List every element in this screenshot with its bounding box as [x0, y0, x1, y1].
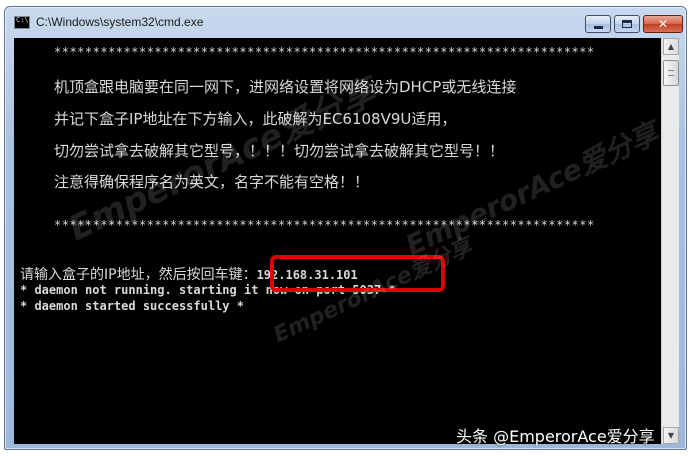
console-app-icon[interactable] — [14, 16, 30, 29]
console-output[interactable]: ****************************************… — [14, 38, 661, 444]
title-bar[interactable]: C:\Windows\system32\cmd.exe ✕ — [5, 7, 686, 37]
scroll-up-arrow-icon[interactable]: ▲ — [663, 38, 679, 55]
console-line-3: 切勿尝试拿去破解其它型号，！！！切勿尝试拿去破解其它型号！！ — [54, 142, 505, 160]
scroll-thumb[interactable] — [663, 60, 679, 86]
ip-prompt-label: 请输入盒子的IP地址，然后按回车键： — [20, 267, 257, 283]
stars-divider-bottom: ****************************************… — [54, 218, 595, 232]
watermark: EmperorAce爱分享 — [400, 116, 661, 263]
scroll-grip-icon — [668, 70, 674, 76]
scroll-down-arrow-icon[interactable]: ▼ — [663, 427, 679, 444]
daemon-status-line-2: * daemon started successfully * — [20, 299, 244, 313]
source-credit: 头条 @EmperorAce爱分享 — [456, 427, 655, 446]
cmd-window: C:\Windows\system32\cmd.exe ✕ **********… — [4, 6, 687, 450]
minimize-button[interactable] — [585, 15, 611, 33]
maximize-icon — [622, 20, 632, 28]
minimize-icon — [593, 25, 603, 29]
close-button[interactable]: ✕ — [643, 15, 683, 33]
console-line-2: 并记下盒子IP地址在下方输入，此破解为EC6108V9U适用， — [54, 110, 457, 128]
close-icon: ✕ — [657, 17, 669, 31]
console-line-1: 机顶盒跟电脑要在同一网下，进网络设置将网络设为DHCP或无线连接 — [54, 78, 517, 96]
ip-highlight-box — [270, 255, 445, 292]
vertical-scrollbar[interactable]: ▲ ▼ — [661, 38, 679, 444]
maximize-button[interactable] — [614, 15, 640, 33]
console-line-4: 注意得确保程序名为英文，名字不能有空格！！ — [54, 173, 370, 191]
stars-divider-top: ****************************************… — [54, 45, 595, 59]
window-title: C:\Windows\system32\cmd.exe — [36, 15, 204, 29]
